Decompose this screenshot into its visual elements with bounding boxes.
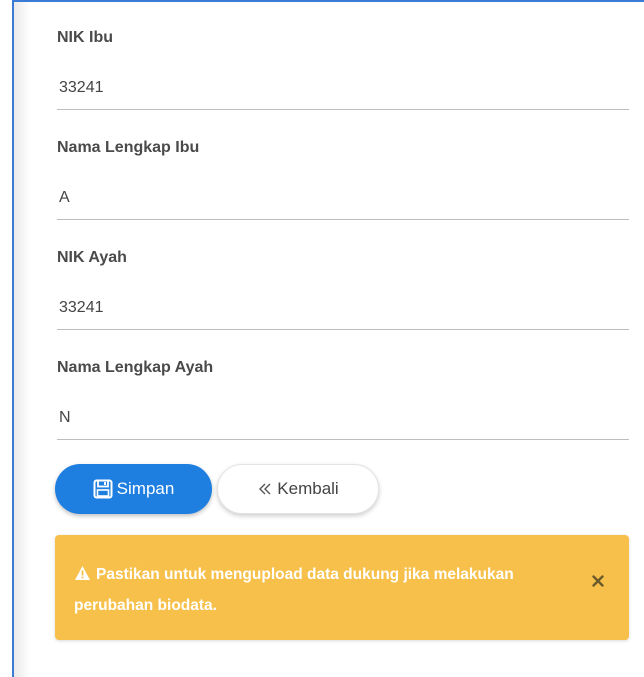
nik-ayah-input[interactable] [57, 286, 629, 330]
double-chevron-left-icon [257, 482, 273, 496]
nama-ayah-input[interactable] [57, 396, 629, 440]
warning-triangle-icon [74, 562, 91, 591]
warning-message: Pastikan untuk mengupload data dukung ji… [74, 566, 514, 614]
nik-ibu-label: NIK Ibu [57, 29, 113, 46]
floppy-disk-icon [93, 479, 113, 499]
back-button[interactable]: Kembali [217, 464, 379, 514]
nik-ibu-input[interactable] [57, 66, 629, 110]
nama-ibu-label: Nama Lengkap Ibu [57, 139, 200, 156]
back-button-label: Kembali [277, 479, 339, 498]
frame-shadow [14, 2, 30, 677]
field-nik-ayah: NIK Ayah [57, 220, 629, 330]
nama-ibu-input[interactable] [57, 176, 629, 220]
close-icon[interactable] [591, 569, 605, 587]
field-nama-ibu: Nama Lengkap Ibu [57, 110, 629, 220]
warning-alert: Pastikan untuk mengupload data dukung ji… [55, 535, 629, 640]
field-nama-ayah: Nama Lengkap Ayah [57, 330, 629, 440]
nama-ayah-label: Nama Lengkap Ayah [57, 359, 214, 376]
parent-info-form: NIK Ibu Nama Lengkap Ibu NIK Ayah Nama L… [57, 0, 629, 440]
save-button[interactable]: Simpan [55, 464, 212, 514]
field-nik-ibu: NIK Ibu [57, 0, 629, 110]
save-button-label: Simpan [116, 479, 175, 498]
nik-ayah-label: NIK Ayah [57, 249, 127, 266]
